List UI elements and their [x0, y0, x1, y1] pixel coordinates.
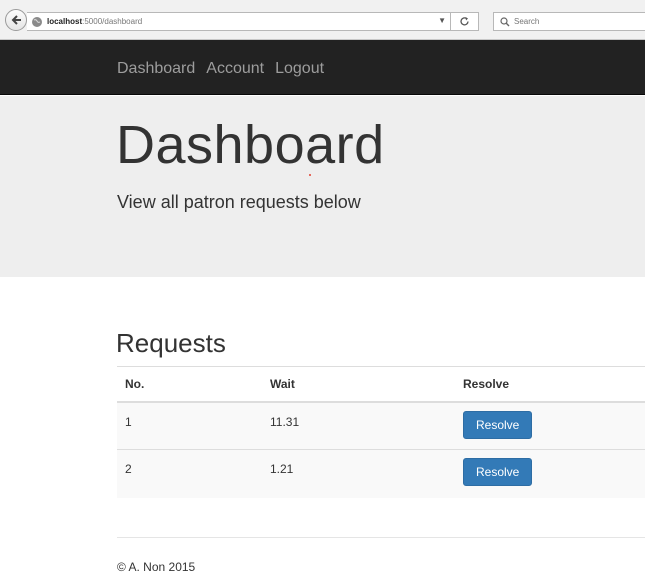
column-header-wait: Wait — [262, 366, 455, 403]
browser-toolbar: localhost :5000/dashboard ▼ — [0, 0, 645, 40]
request-wait: 1.21 — [262, 449, 455, 498]
column-header-no: No. — [117, 366, 262, 403]
resolve-cell: Resolve — [455, 401, 645, 450]
requests-table: No. Wait Resolve 1 11.31 Resolve 2 1.21 … — [117, 366, 645, 498]
url-host: localhost — [47, 17, 83, 26]
request-number: 2 — [117, 449, 262, 498]
resolve-button[interactable]: Resolve — [463, 410, 533, 439]
nav-logout-link[interactable]: Logout — [275, 60, 324, 78]
back-button[interactable] — [5, 9, 27, 31]
table-row: 2 1.21 Resolve — [117, 449, 645, 498]
request-number: 1 — [117, 401, 262, 450]
url-path: :5000/dashboard — [82, 17, 143, 26]
page-title: Dashboard — [116, 115, 385, 175]
resolve-cell: Resolve — [455, 449, 645, 498]
requests-heading: Requests — [116, 328, 226, 358]
jumbotron: Dashboard View all patron requests below — [0, 96, 645, 277]
footer-copyright: © A. Non 2015 — [117, 560, 196, 574]
table-row: 1 11.31 Resolve — [117, 401, 645, 450]
table-header-row: No. Wait Resolve — [117, 366, 645, 403]
footer-divider — [117, 537, 645, 538]
column-header-resolve: Resolve — [455, 366, 645, 403]
globe-icon — [31, 16, 43, 28]
search-icon — [500, 16, 510, 26]
reload-button[interactable] — [451, 12, 479, 31]
navbar: Dashboard Account Logout — [0, 40, 645, 95]
request-wait: 11.31 — [262, 401, 455, 450]
reload-icon — [460, 17, 469, 26]
nav-dashboard-link[interactable]: Dashboard — [117, 60, 195, 78]
search-input[interactable] — [514, 17, 634, 26]
cursor-dot — [309, 174, 311, 176]
nav-account-link[interactable]: Account — [206, 60, 264, 78]
dropdown-arrow-icon[interactable]: ▼ — [438, 16, 446, 25]
browser-search-box[interactable] — [493, 12, 645, 31]
page-subtitle: View all patron requests below — [117, 192, 361, 212]
address-bar[interactable]: localhost :5000/dashboard ▼ — [27, 12, 451, 31]
nav-links: Dashboard Account Logout — [117, 60, 324, 78]
back-arrow-icon — [11, 15, 21, 25]
resolve-button[interactable]: Resolve — [463, 458, 533, 486]
